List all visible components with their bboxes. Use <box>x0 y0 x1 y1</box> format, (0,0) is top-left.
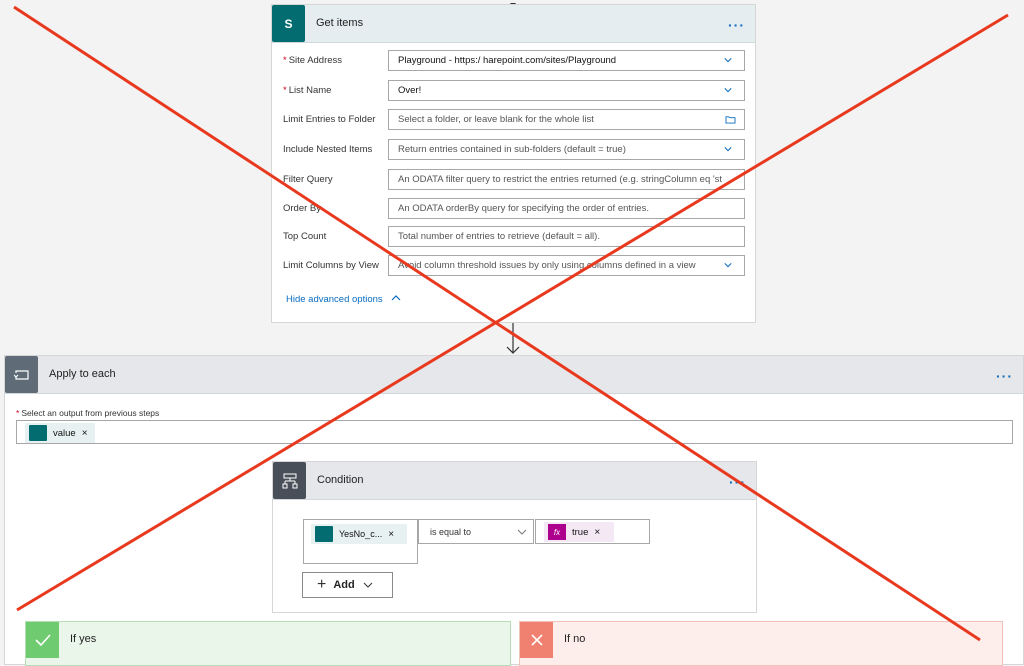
condition-card: Condition ··· YesNo_c... × is equal to f… <box>272 461 757 613</box>
select-output-input[interactable]: value × <box>16 420 1013 444</box>
apply-to-each-header[interactable]: Apply to each ··· <box>5 356 1023 394</box>
nested-items-placeholder: Return entries contained in sub-folders … <box>398 144 626 155</box>
list-name-value: Over! <box>398 85 422 96</box>
true-token[interactable]: fx true × <box>544 522 614 542</box>
operator-value: is equal to <box>430 527 472 537</box>
chevron-down-icon <box>724 58 732 63</box>
condition-left-operand[interactable]: YesNo_c... × <box>303 519 418 564</box>
get-items-header[interactable]: S Get items ··· <box>272 5 755 43</box>
top-count-label: Top Count <box>283 231 327 242</box>
add-label: Add <box>333 579 355 591</box>
limit-folder-label: Limit Entries to Folder <box>283 114 376 125</box>
limit-folder-placeholder: Select a folder, or leave blank for the … <box>398 114 594 125</box>
site-address-dropdown[interactable]: Playground - https:/ harepoint.com/sites… <box>388 50 745 71</box>
filter-query-placeholder: An ODATA filter query to restrict the en… <box>398 174 723 185</box>
top-count-input[interactable]: Total number of entries to retrieve (def… <box>388 226 745 247</box>
order-by-placeholder: An ODATA orderBy query for specifying th… <box>398 203 649 214</box>
if-no-label: If no <box>564 633 586 645</box>
site-address-value: Playground - https:/ harepoint.com/sites… <box>398 55 617 66</box>
checkmark-icon <box>26 622 59 658</box>
operator-dropdown[interactable]: is equal to <box>418 519 534 544</box>
apply-to-each-title: Apply to each <box>49 368 116 380</box>
get-items-card: S Get items ··· * Site Address Playground… <box>271 4 756 323</box>
chevron-down-icon <box>517 529 527 535</box>
folder-icon[interactable] <box>725 115 736 124</box>
remove-token-icon[interactable]: × <box>82 428 88 439</box>
chevron-down-icon <box>724 263 732 268</box>
more-options-icon[interactable]: ··· <box>996 369 1013 383</box>
get-items-title: Get items <box>316 17 364 29</box>
list-name-label: * List Name <box>283 85 332 96</box>
add-button[interactable]: + Add <box>302 572 393 598</box>
flow-arrow-down-icon <box>505 323 521 355</box>
more-options-icon[interactable]: ··· <box>729 475 746 489</box>
expression-icon: fx <box>548 524 566 540</box>
chevron-down-icon <box>363 582 373 588</box>
hide-advanced-options-link[interactable]: Hide advanced options <box>286 294 401 305</box>
yesno-token[interactable]: YesNo_c... × <box>311 524 407 544</box>
chevron-up-icon <box>391 295 401 301</box>
condition-header[interactable]: Condition ··· <box>273 462 756 500</box>
nested-items-dropdown[interactable]: Return entries contained in sub-folders … <box>388 139 745 160</box>
nested-items-label: Include Nested Items <box>283 144 373 155</box>
if-yes-branch: If yes <box>25 621 511 666</box>
if-yes-label: If yes <box>70 633 97 645</box>
condition-right-operand[interactable]: fx true × <box>535 519 650 544</box>
filter-query-input[interactable]: An ODATA filter query to restrict the en… <box>388 169 745 190</box>
limit-columns-label: Limit Columns by View <box>283 260 379 271</box>
more-options-icon[interactable]: ··· <box>728 18 745 32</box>
chevron-down-icon <box>724 88 732 93</box>
filter-query-label: Filter Query <box>283 174 333 185</box>
plus-icon: + <box>317 576 327 593</box>
remove-token-icon[interactable]: × <box>388 529 394 540</box>
top-count-placeholder: Total number of entries to retrieve (def… <box>398 231 600 242</box>
value-token[interactable]: value × <box>25 423 95 443</box>
select-output-label: * Select an output from previous steps <box>16 408 160 418</box>
if-no-branch: If no <box>519 621 1003 666</box>
order-by-label: Order By <box>283 203 322 214</box>
condition-title: Condition <box>317 474 364 486</box>
limit-columns-dropdown[interactable]: Avoid column threshold issues by only us… <box>388 255 745 276</box>
limit-folder-input[interactable]: Select a folder, or leave blank for the … <box>388 109 745 130</box>
limit-columns-placeholder: Avoid column threshold issues by only us… <box>398 260 696 271</box>
sharepoint-icon <box>315 526 333 542</box>
apply-to-each-card: Apply to each ··· * Select an output from… <box>4 355 1024 666</box>
order-by-input[interactable]: An ODATA orderBy query for specifying th… <box>388 198 745 219</box>
site-address-label: * Site Address <box>283 55 343 66</box>
sharepoint-icon <box>29 425 47 441</box>
close-icon <box>520 622 553 658</box>
sharepoint-icon: S <box>272 5 305 42</box>
chevron-down-icon <box>724 147 732 152</box>
condition-icon <box>273 462 306 499</box>
remove-token-icon[interactable]: × <box>594 527 600 538</box>
list-name-dropdown[interactable]: Over! <box>388 80 745 101</box>
loop-icon <box>5 356 38 393</box>
